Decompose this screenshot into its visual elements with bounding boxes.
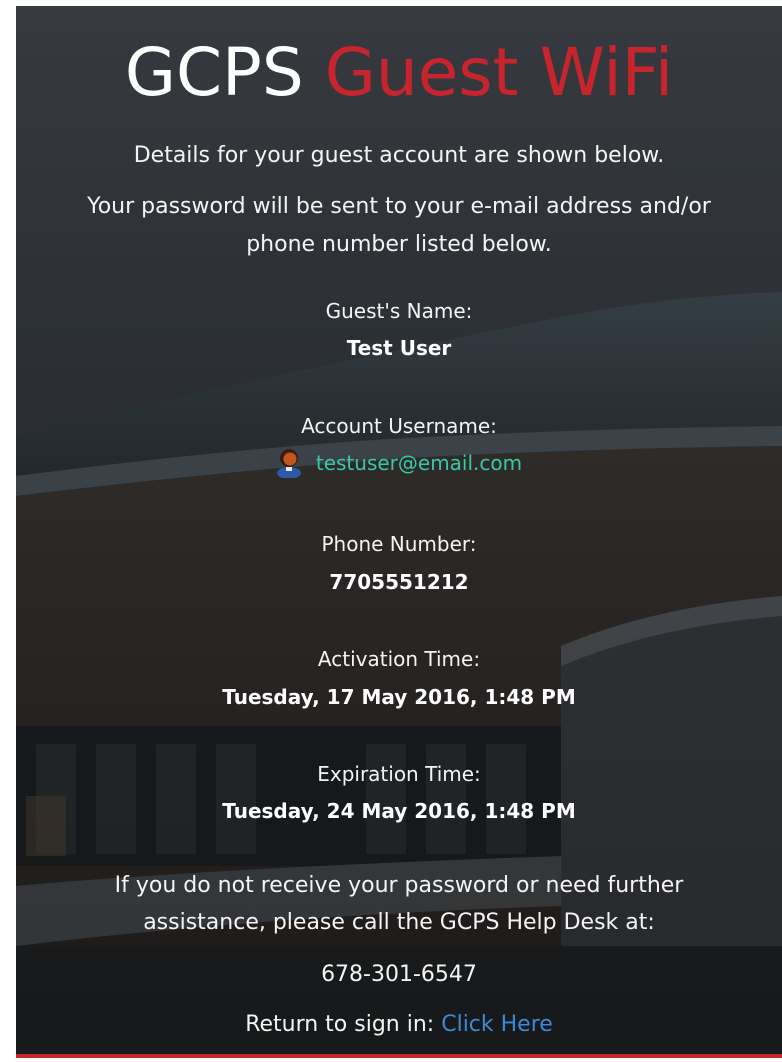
- guest-name-label: Guest's Name:: [325, 299, 473, 323]
- expiration-label: Expiration Time:: [317, 762, 481, 786]
- guest-wifi-panel: GCPS Guest WiFi Details for your guest a…: [16, 6, 782, 1058]
- help-line-1: If you do not receive your password or n…: [114, 873, 684, 898]
- activation-label: Activation Time:: [317, 647, 481, 671]
- title-gcps: GCPS: [124, 34, 304, 111]
- title-guest-wifi: Guest WiFi: [324, 34, 674, 111]
- username-label: Account Username:: [301, 414, 497, 438]
- user-icon: [276, 449, 301, 478]
- intro-line-2a: Your password will be sent to your e-mai…: [87, 194, 711, 219]
- username-row: testuser@email.com: [16, 448, 782, 480]
- expiration-value: Tuesday, 24 May 2016, 1:48 PM: [222, 799, 576, 823]
- page-frame: GCPS Guest WiFi Details for your guest a…: [0, 0, 782, 1062]
- return-row: Return to sign in: Click Here: [16, 1010, 782, 1040]
- phone-label: Phone Number:: [321, 532, 477, 556]
- click-here-link[interactable]: Click Here: [441, 1012, 553, 1037]
- activation-value: Tuesday, 17 May 2016, 1:48 PM: [222, 685, 576, 709]
- help-desk-phone: 678-301-6547: [321, 962, 477, 987]
- intro-line-1: Details for your guest account are shown…: [133, 143, 665, 168]
- username-email: testuser@email.com: [315, 451, 523, 475]
- intro-line-2b: phone number listed below.: [246, 232, 552, 257]
- bottom-accent-bar: [16, 1054, 782, 1058]
- account-details-content: GCPS Guest WiFi Details for your guest a…: [16, 6, 782, 1058]
- help-line-2: assistance, please call the GCPS Help De…: [143, 910, 655, 935]
- phone-value: 7705551212: [329, 570, 469, 594]
- return-label: Return to sign in:: [245, 1012, 435, 1037]
- guest-name-value: Test User: [346, 336, 452, 360]
- page-title: GCPS Guest WiFi: [16, 28, 782, 118]
